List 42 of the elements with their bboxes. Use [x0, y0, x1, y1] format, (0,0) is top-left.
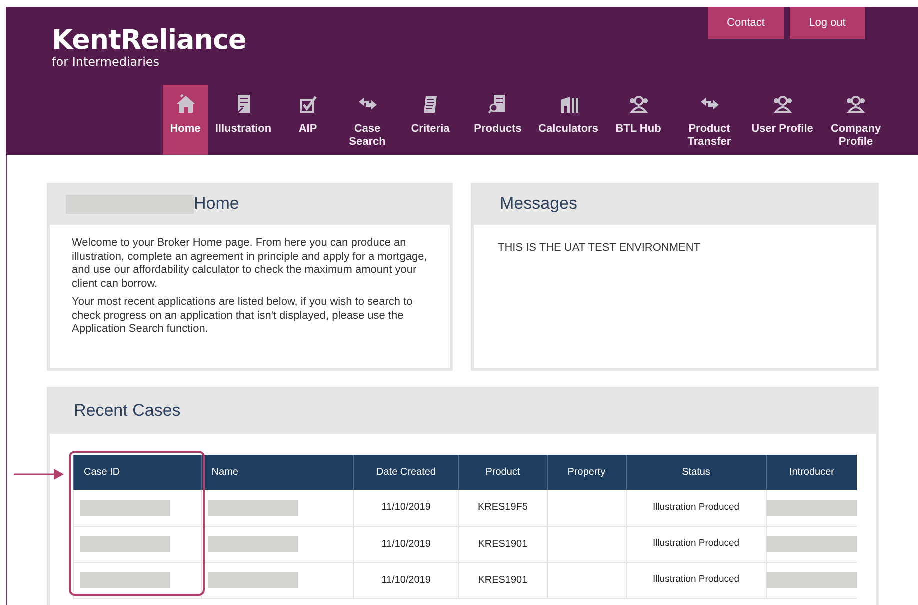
nav-tab[interactable]: Criteria — [398, 85, 463, 155]
logout-button[interactable]: Log out — [790, 7, 865, 39]
nav-tab[interactable]: BTL Hub — [604, 85, 673, 155]
nav-tab[interactable]: Product Transfer — [673, 85, 746, 155]
table-cell: Illustration Produced — [626, 526, 766, 562]
nav-tab[interactable]: Calculators — [533, 85, 604, 155]
nav-tab[interactable]: Illustration — [208, 85, 279, 155]
paragraph: Welcome to your Broker Home page. From here you can produce an illustration, complete an agreement in principle and apply for a mortgage, and use our affordability calculator to check the maximum amount your client can borrow. — [72, 237, 428, 291]
column-header: Name — [201, 455, 354, 490]
nav-tab[interactable]: Company Profile — [819, 85, 893, 155]
panel-title: Recent Cases — [74, 400, 181, 422]
nav-tab[interactable]: Home — [163, 85, 208, 155]
message-text: THIS IS THE UAT TEST ENVIRONMENT — [498, 242, 701, 254]
table-cell: KRES19F5 — [458, 490, 548, 526]
table-cell: Illustration Produced — [626, 562, 766, 598]
column-header: Case ID — [74, 455, 202, 490]
people-icon — [845, 93, 867, 115]
nav-tab[interactable]: AIP — [279, 85, 337, 155]
panel-title: Messages — [500, 193, 578, 216]
panel-title: Home — [194, 193, 240, 216]
table-cell: 11/10/2019 — [354, 526, 459, 562]
table-cell: 11/10/2019 — [354, 562, 459, 598]
table-cell: 11/10/2019 — [354, 490, 459, 526]
nav-tab[interactable]: Case Search — [337, 85, 398, 155]
column-header: Status — [626, 455, 766, 490]
column-header: Property — [547, 455, 626, 490]
paragraph: Your most recent applications are listed below, if you wish to search to check progress on an application that isn't displayed, please use the Application Search function. — [72, 296, 414, 336]
table-cell: Illustration Produced — [626, 490, 766, 526]
table-cell: KRES1901 — [458, 562, 548, 598]
house-icon — [174, 93, 196, 115]
people-icon — [628, 93, 650, 115]
people-icon — [772, 93, 794, 115]
nav-tab[interactable]: User Profile — [746, 85, 819, 155]
logo: KentReliance — [52, 26, 246, 56]
column-header: Date Created — [354, 455, 459, 490]
pointer-arrow — [14, 468, 64, 481]
column-header: Product — [458, 455, 548, 490]
contact-button[interactable]: Contact — [708, 7, 784, 39]
table-cell: KRES1901 — [458, 526, 548, 562]
nav-tab[interactable]: Products — [463, 85, 533, 155]
logo-tagline: for Intermediaries — [52, 56, 161, 69]
column-header: Introducer — [766, 455, 857, 490]
